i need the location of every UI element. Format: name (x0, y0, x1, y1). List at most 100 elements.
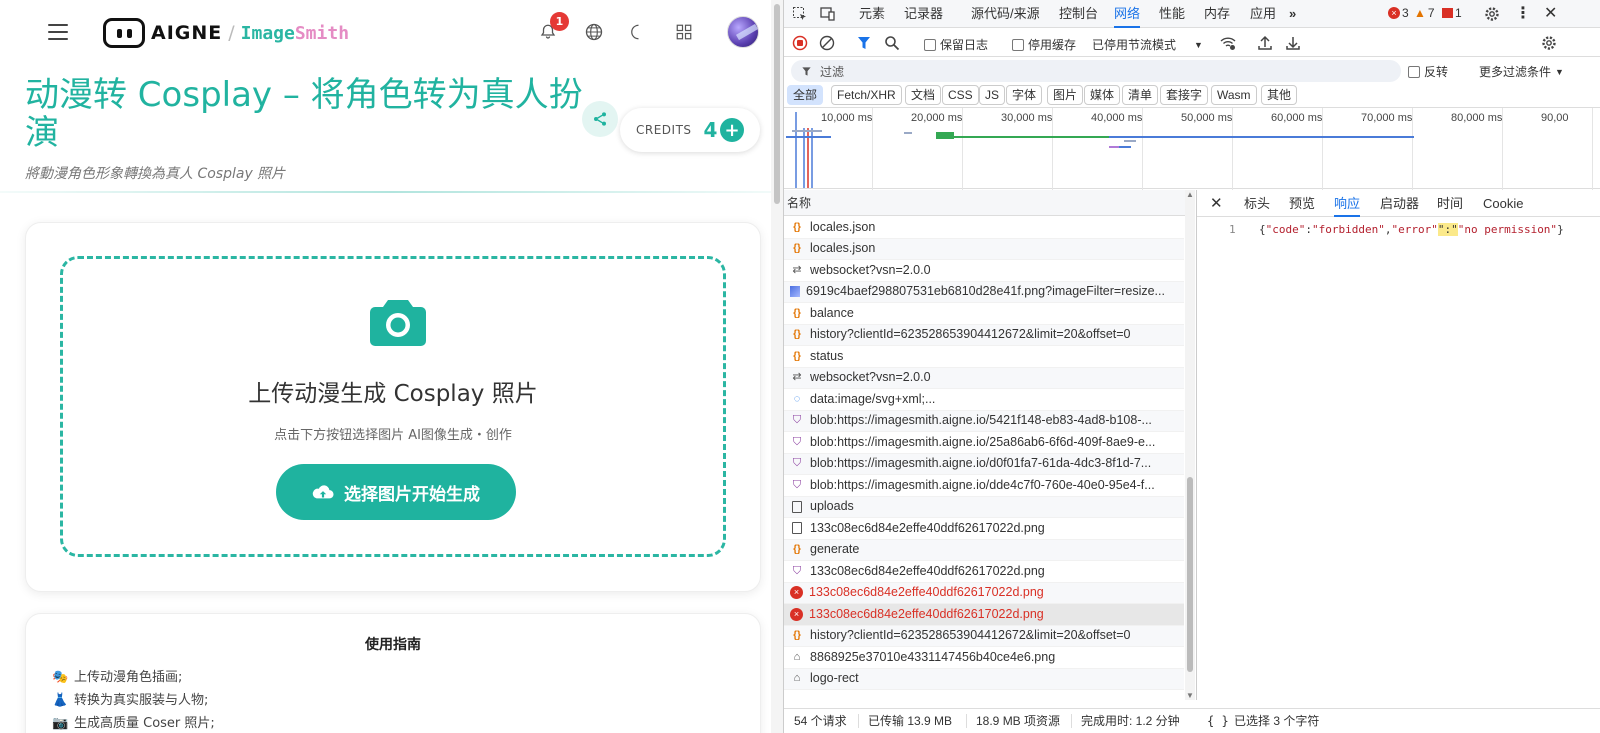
network-settings-gear-icon[interactable] (1541, 35, 1557, 51)
type-filter-js[interactable]: JS (979, 85, 1006, 105)
request-row[interactable]: ⇄ websocket?vsn=2.0.0 (784, 260, 1184, 282)
resource-type-filters: 全部 Fetch/XHR 文档 CSS JS 字体 图片 媒体 清单 套接字 W… (784, 84, 1600, 106)
clear-icon[interactable] (819, 35, 835, 51)
scroll-down-arrow-icon[interactable]: ▼ (1186, 691, 1194, 700)
select-image-button[interactable]: 选择图片开始生成 (276, 464, 516, 520)
type-filter-manifest[interactable]: 清单 (1122, 85, 1159, 105)
request-row[interactable]: ⌂ logo-rect (784, 668, 1184, 690)
request-row[interactable]: {} history?clientId=623528653904412672&li… (784, 625, 1184, 647)
issue-count-badge[interactable]: 1 (1442, 6, 1462, 20)
camera-icon (370, 300, 426, 346)
detail-tab-cookies[interactable]: Cookie (1483, 190, 1523, 217)
request-row[interactable]: ⛉ blob:https://imagesmith.aigne.io/d0f01f… (784, 453, 1184, 475)
device-toolbar-icon[interactable] (820, 6, 836, 22)
type-filter-other[interactable]: 其他 (1261, 85, 1298, 105)
search-icon[interactable] (884, 35, 900, 51)
type-filter-media[interactable]: 媒体 (1084, 85, 1121, 105)
network-conditions-icon[interactable] (1220, 35, 1236, 51)
record-stop-icon[interactable] (792, 35, 808, 51)
network-timeline-overview[interactable]: 10,000 ms 20,000 ms 30,000 ms 40,000 ms … (784, 107, 1600, 190)
notification-bell-button[interactable]: 1 (533, 12, 569, 47)
filter-input[interactable]: 过滤 (791, 60, 1401, 82)
type-filter-doc[interactable]: 文档 (905, 85, 942, 105)
tab-memory[interactable]: 内存 (1204, 0, 1230, 28)
request-row[interactable]: {} history?clientId=623528653904412672&li… (784, 324, 1184, 346)
tab-sources[interactable]: 源代码/来源 (971, 0, 1040, 28)
request-list-scrollbar-thumb[interactable] (1187, 477, 1193, 672)
tab-elements[interactable]: 元素 (859, 0, 885, 28)
type-filter-font[interactable]: 字体 (1006, 85, 1043, 105)
type-filter-socket[interactable]: 套接字 (1160, 85, 1209, 105)
menu-icon[interactable] (48, 24, 68, 40)
request-row[interactable]: {} generate (784, 539, 1184, 561)
request-row[interactable]: × 133c08ec6d84e2effe40ddf62617022d.png (784, 582, 1184, 604)
detail-tab-response[interactable]: 响应 (1334, 190, 1361, 217)
share-button[interactable] (582, 101, 618, 137)
tab-network[interactable]: 网络 (1114, 0, 1141, 28)
request-row[interactable]: ⛉ 133c08ec6d84e2effe40ddf62617022d.png (784, 561, 1184, 583)
request-row[interactable]: {} locales.json (784, 217, 1184, 239)
filter-funnel-icon[interactable] (856, 35, 872, 51)
throttling-select[interactable]: 已停用节流模式 ▼ (1092, 36, 1203, 53)
request-row[interactable]: ⌂ 8868925e37010e4331147456b40ce4e6.png (784, 647, 1184, 669)
request-row[interactable]: ⛉ blob:https://imagesmith.aigne.io/5421f1… (784, 410, 1184, 432)
type-filter-all[interactable]: 全部 (787, 85, 824, 105)
type-filter-img[interactable]: 图片 (1047, 85, 1084, 105)
apps-button[interactable] (669, 17, 699, 47)
request-row[interactable]: {} status (784, 346, 1184, 368)
request-row[interactable]: {} balance (784, 303, 1184, 325)
theme-toggle-button[interactable] (622, 17, 652, 47)
request-row[interactable]: ⛉ blob:https://imagesmith.aigne.io/25a86a… (784, 432, 1184, 454)
warning-count-badge[interactable]: ▲ 7 (1414, 6, 1435, 20)
more-options-icon[interactable]: ⋮ (1515, 0, 1531, 28)
tab-application[interactable]: 应用 (1250, 0, 1276, 28)
tab-recorder[interactable]: 记录器 (904, 0, 943, 28)
request-row[interactable]: {} locales.json (784, 238, 1184, 260)
tab-performance[interactable]: 性能 (1159, 0, 1185, 28)
request-row[interactable]: ◌ data:image/svg+xml;... (784, 389, 1184, 411)
language-button[interactable] (579, 17, 609, 47)
preserve-log-checkbox[interactable]: 保留日志 (924, 36, 988, 53)
detail-tab-timing[interactable]: 时间 (1437, 190, 1463, 217)
page-scrollbar-thumb[interactable] (774, 4, 780, 204)
export-har-icon[interactable] (1285, 35, 1301, 51)
request-list-scrollbar[interactable]: ▲ ▼ (1185, 190, 1195, 700)
imagesmith-app: AIGNE / ImageSmith 1 动漫转 Cosplay – 将角色转为… (0, 0, 783, 733)
invert-checkbox[interactable]: 反转 (1408, 63, 1448, 80)
close-devtools-icon[interactable]: ✕ (1544, 0, 1557, 28)
close-detail-icon[interactable]: ✕ (1210, 190, 1223, 217)
request-row[interactable]: × 133c08ec6d84e2effe40ddf62617022d.png (784, 604, 1184, 626)
brand-logo[interactable]: AIGNE / ImageSmith (103, 18, 349, 48)
request-row[interactable]: 133c08ec6d84e2effe40ddf62617022d.png (784, 518, 1184, 540)
add-credits-button[interactable]: + (720, 118, 744, 142)
type-filter-wasm[interactable]: Wasm (1211, 85, 1257, 105)
detail-tab-initiator[interactable]: 启动器 (1380, 190, 1419, 217)
request-name: history?clientId=623528653904412672&limi… (810, 327, 1131, 341)
product-name-part-b: Smith (294, 22, 350, 44)
guide-item-text: 生成高质量 Coser 照片; (74, 716, 215, 731)
request-row[interactable]: ⛉ blob:https://imagesmith.aigne.io/dde4c7… (784, 475, 1184, 497)
more-tabs-chevron-icon[interactable]: » (1289, 0, 1296, 28)
detail-tab-preview[interactable]: 预览 (1289, 190, 1315, 217)
disable-cache-checkbox[interactable]: 停用缓存 (1012, 36, 1076, 53)
more-filters-dropdown[interactable]: 更多过滤条件 ▼ (1479, 63, 1564, 80)
blob-request-icon: ⛉ (792, 414, 802, 426)
pretty-print-icon[interactable]: { } (1207, 709, 1229, 733)
import-har-icon[interactable] (1257, 35, 1273, 51)
request-name: locales.json (810, 241, 876, 255)
scroll-up-arrow-icon[interactable]: ▲ (1186, 190, 1194, 199)
name-column-header[interactable]: 名称 (784, 190, 1195, 216)
error-count-badge[interactable]: × 3 (1388, 6, 1409, 20)
type-filter-fetch-xhr[interactable]: Fetch/XHR (831, 85, 902, 105)
upload-drop-zone[interactable]: 上传动漫生成 Cosplay 照片 点击下方按钮选择图片 AI图像生成・创作 选… (60, 256, 726, 557)
type-filter-css[interactable]: CSS (942, 85, 979, 105)
request-row[interactable]: uploads (784, 496, 1184, 518)
inspect-element-icon[interactable] (792, 6, 808, 22)
logo-separator: / (228, 22, 235, 44)
request-row[interactable]: ⇄ websocket?vsn=2.0.0 (784, 367, 1184, 389)
settings-gear-icon[interactable] (1484, 6, 1500, 22)
detail-tab-headers[interactable]: 标头 (1244, 190, 1270, 217)
user-avatar[interactable] (727, 16, 759, 48)
request-row[interactable]: 6919c4baef298807531eb6810d28e41f.png?ima… (784, 281, 1184, 303)
tab-console[interactable]: 控制台 (1059, 0, 1098, 28)
